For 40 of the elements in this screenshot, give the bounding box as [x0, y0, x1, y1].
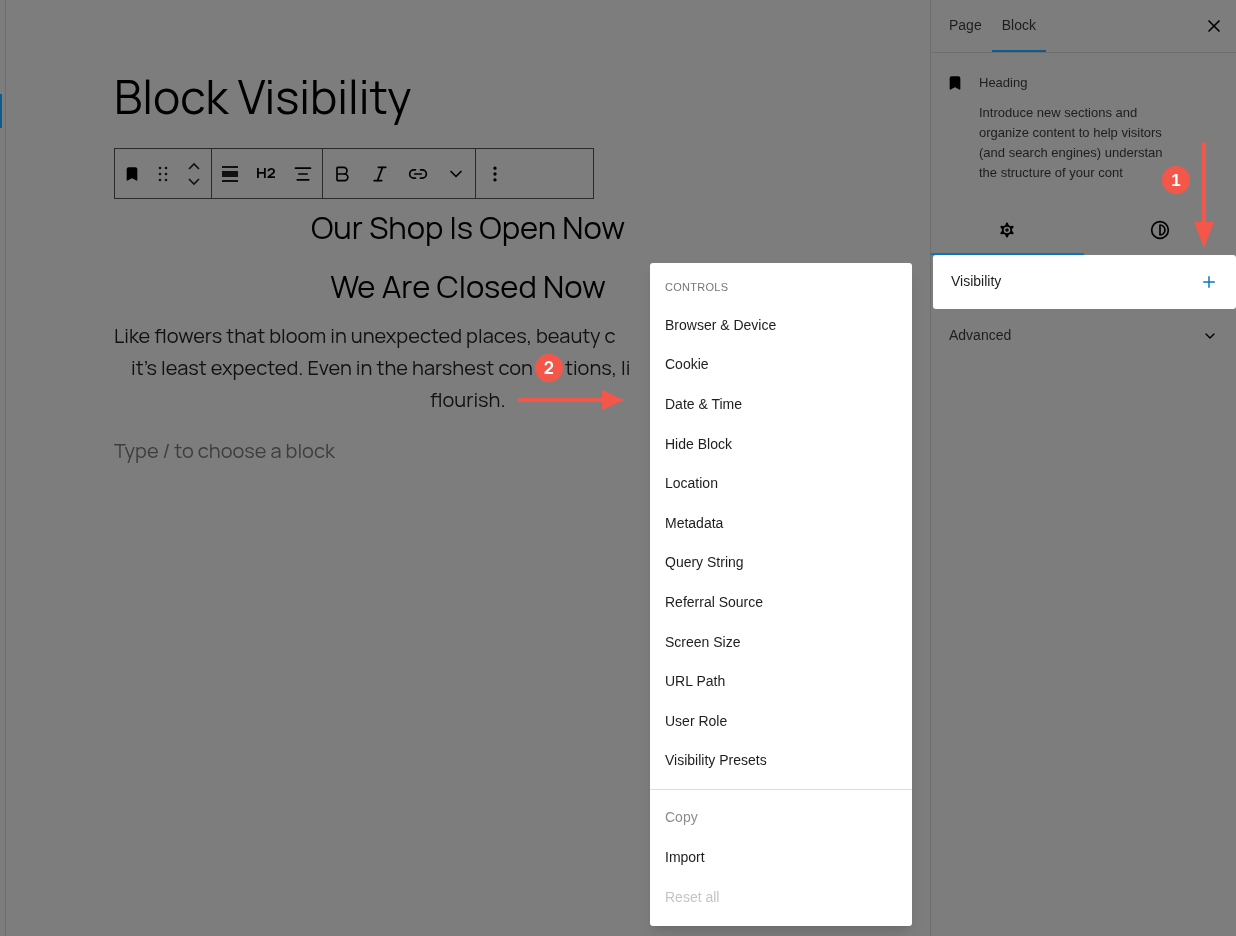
menu-item[interactable]: User Role: [650, 701, 912, 742]
description-line: Introduce new sections and: [979, 103, 1138, 122]
description-line: organize content to help visitors: [979, 123, 1162, 142]
heading-level-button[interactable]: H2: [248, 162, 284, 185]
menu-item[interactable]: Import: [650, 837, 912, 878]
paragraph-text: it's least expected. Even in the harshest con: [131, 353, 533, 383]
menu-item[interactable]: Browser & Device: [650, 305, 912, 346]
menu-item[interactable]: Screen Size: [650, 622, 912, 662]
menu-item[interactable]: Date & Time: [650, 384, 912, 425]
active-indicator: [0, 94, 2, 128]
paragraph-text: tions, li: [564, 353, 631, 383]
paragraph-text: Like flowers that bloom in unexpected places, beauty c: [114, 321, 616, 351]
description-line: the structure of your cont: [979, 163, 1123, 182]
step-badge: 2: [534, 353, 563, 382]
sidebar-tab[interactable]: Page: [939, 0, 992, 52]
paragraph-text: flourish.: [430, 385, 506, 415]
step-badge: 1: [1162, 166, 1190, 194]
menu-item[interactable]: Query String: [650, 543, 912, 583]
page-title: Block Visibility: [114, 68, 412, 126]
block-name: Heading: [979, 74, 1029, 92]
bookmark-icon[interactable]: [124, 165, 140, 182]
move-up-down-icon[interactable]: [186, 160, 202, 187]
panel-header[interactable]: Visibility: [933, 254, 1236, 309]
menu-item[interactable]: Visibility Presets: [650, 741, 912, 781]
drag-handle-icon[interactable]: [158, 165, 168, 182]
description-line: (and search engines) understan: [979, 143, 1163, 162]
menu-heading: CONTROLS: [664, 280, 730, 295]
menu-item[interactable]: Location: [650, 463, 912, 504]
heading-text: We Are Closed Now: [330, 266, 606, 306]
panel-header[interactable]: Advanced: [931, 308, 1236, 363]
menu-item[interactable]: URL Path: [650, 661, 912, 702]
menu-item[interactable]: Hide Block: [650, 424, 912, 464]
menu-item[interactable]: Cookie: [650, 345, 912, 385]
heading-text: Our Shop Is Open Now: [310, 207, 626, 247]
menu-item[interactable]: Metadata: [650, 503, 912, 544]
menu-item[interactable]: Referral Source: [650, 582, 912, 623]
bookmark-icon: [947, 75, 963, 91]
sidebar-tab[interactable]: Block: [991, 0, 1046, 52]
align-icon[interactable]: [221, 164, 239, 183]
contrast-icon: [1149, 219, 1170, 240]
